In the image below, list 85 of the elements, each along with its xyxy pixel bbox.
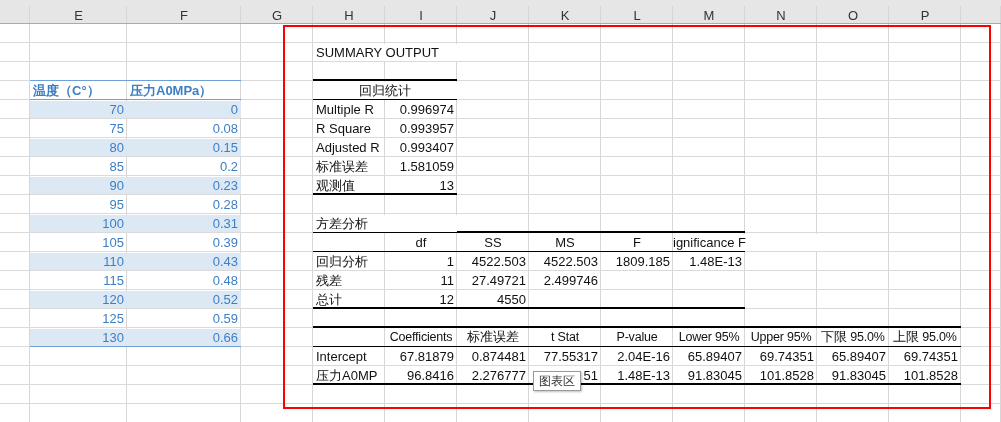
table-cell-text: 101.8528 bbox=[758, 367, 815, 384]
table-cell-text: 51 bbox=[582, 367, 599, 384]
table-cell-text: 1.48E-13 bbox=[688, 253, 743, 270]
column-header: MS bbox=[554, 234, 576, 251]
tooltip: 图表区 bbox=[533, 371, 581, 391]
row-label: 总计 bbox=[315, 291, 343, 308]
row-label: 回归分析 bbox=[315, 253, 369, 270]
row-label: 标准误差 bbox=[315, 158, 369, 175]
table-cell-text: 4522.503 bbox=[542, 253, 599, 270]
column-header: 标准误差 bbox=[466, 329, 520, 346]
table-cell-text: 2.276777 bbox=[470, 367, 527, 384]
row-label: 观测值 bbox=[315, 177, 356, 194]
table-cell: 0.66 bbox=[127, 329, 241, 346]
table-cell-text: 0.874481 bbox=[470, 348, 527, 365]
column-header: Upper 95% bbox=[749, 329, 813, 346]
table-cell-text: 0.2 bbox=[218, 158, 239, 175]
table-cell-text: 85 bbox=[108, 158, 125, 175]
column-header: 下限 95.0% bbox=[820, 329, 886, 346]
row-label: R Square bbox=[315, 120, 372, 137]
table-cell: 0.43 bbox=[127, 253, 241, 270]
table-cell-text: 0.48 bbox=[211, 272, 239, 289]
table-cell-text: 101.8528 bbox=[902, 367, 959, 384]
row-label: Multiple R bbox=[315, 101, 375, 118]
row-label: Adjusted R bbox=[315, 139, 381, 156]
table-cell-text: 0.08 bbox=[211, 120, 239, 137]
table-cell-text: 95 bbox=[108, 196, 125, 213]
column-header: Lower 95% bbox=[677, 329, 741, 346]
table-cell-text: 1 bbox=[445, 253, 455, 270]
table-cell-text: 0.996974 bbox=[398, 101, 455, 118]
row-label: 压力A0MP bbox=[315, 367, 379, 384]
table-cell-text: 91.83045 bbox=[686, 367, 743, 384]
column-header: ignificance F bbox=[673, 234, 817, 251]
table-cell: 0.15 bbox=[127, 139, 241, 156]
table-cell-text: 2.499746 bbox=[542, 272, 599, 289]
table-cell-text: 105 bbox=[101, 234, 125, 251]
column-header: df bbox=[414, 234, 428, 251]
table-cell-text: 65.89407 bbox=[686, 348, 743, 365]
table-cell-text: 115 bbox=[102, 272, 125, 289]
table-cell-text: 91.83045 bbox=[830, 367, 887, 384]
table-cell-text: 75 bbox=[108, 120, 125, 137]
table-cell-text: 69.74351 bbox=[758, 348, 815, 365]
section-title: SUMMARY OUTPUT bbox=[313, 44, 457, 61]
table-cell: 110 bbox=[30, 253, 127, 270]
table-cell-text: 1.48E-13 bbox=[616, 367, 671, 384]
table-cell-text: 69.74351 bbox=[902, 348, 959, 365]
column-header: 压力A0MPa） bbox=[129, 82, 214, 99]
column-header: P-value bbox=[615, 329, 659, 346]
table-cell: 0 bbox=[127, 101, 241, 118]
table-cell-text: 13 bbox=[438, 177, 455, 194]
row-label: Intercept bbox=[315, 348, 368, 365]
table-cell-text: 4550 bbox=[496, 291, 527, 308]
table-cell-text: 0.993407 bbox=[398, 139, 455, 156]
table-cell: 120 bbox=[30, 291, 127, 308]
section-title: 方差分析 bbox=[313, 215, 457, 232]
table-cell-text: 77.55317 bbox=[542, 348, 599, 365]
table-cell: 0.31 bbox=[127, 215, 241, 232]
table-cell-text: 1.581059 bbox=[398, 158, 455, 175]
table-cell-text: 4522.503 bbox=[470, 253, 527, 270]
table-cell-text: 1809.185 bbox=[614, 253, 671, 270]
table-cell-text: 0.28 bbox=[211, 196, 239, 213]
table-cell-text: 0.39 bbox=[211, 234, 239, 251]
column-header: t Stat bbox=[550, 329, 580, 346]
table-cell: 130 bbox=[30, 329, 127, 346]
row-label: 残差 bbox=[315, 272, 343, 289]
table-cell-text: 2.04E-16 bbox=[616, 348, 671, 365]
table-cell-text: 27.49721 bbox=[470, 272, 527, 289]
table-cell-text: 65.89407 bbox=[830, 348, 887, 365]
table-cell-text: 96.8416 bbox=[406, 367, 455, 384]
column-header: Coefficients bbox=[388, 329, 454, 346]
table-cell: 80 bbox=[30, 139, 127, 156]
column-header: SS bbox=[483, 234, 503, 251]
table-cell-text: 67.81879 bbox=[398, 348, 455, 365]
table-cell-text: 12 bbox=[438, 291, 455, 308]
table-cell: 0.52 bbox=[127, 291, 241, 308]
table-cell-text: 0.993957 bbox=[398, 120, 455, 137]
table-cell: 0.23 bbox=[127, 177, 241, 194]
table-cell-text: 125 bbox=[101, 310, 125, 327]
table-cell-text: 0.59 bbox=[211, 310, 239, 327]
table-cell-text: 11 bbox=[439, 272, 455, 289]
column-header: 温度（C°） bbox=[32, 82, 101, 99]
table-cell: 90 bbox=[30, 177, 127, 194]
column-header: 上限 95.0% bbox=[892, 329, 958, 346]
table-cell: 100 bbox=[30, 215, 127, 232]
table-cell: 70 bbox=[30, 101, 127, 118]
column-header: F bbox=[632, 234, 642, 251]
